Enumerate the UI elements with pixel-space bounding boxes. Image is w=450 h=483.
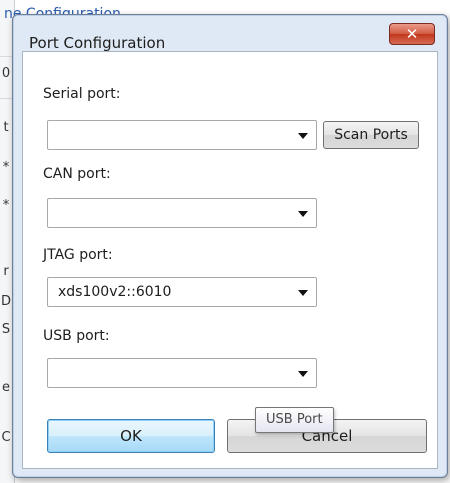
background-text: t (3, 120, 9, 135)
background-text: D (0, 294, 11, 309)
close-icon: ✕ (405, 25, 419, 43)
usb-port-tooltip: USB Port (255, 407, 334, 433)
background-text: e (2, 380, 10, 395)
port-configuration-dialog: Port Configuration ✕ Serial port: Scan P… (12, 14, 448, 478)
dialog-titlebar[interactable]: Port Configuration ✕ (13, 15, 447, 52)
background-text: 0 (1, 66, 11, 81)
can-port-label: CAN port: (43, 166, 111, 182)
usb-port-label: USB port: (43, 328, 110, 344)
background-text: S (1, 322, 11, 337)
serial-port-select[interactable] (47, 120, 317, 150)
jtag-port-value: xds100v2::6010 (58, 284, 172, 300)
background-text: * (2, 198, 10, 213)
background-text: * (2, 160, 10, 175)
ok-button[interactable]: OK (47, 419, 215, 453)
chevron-down-icon (298, 211, 308, 217)
chevron-down-icon (298, 133, 308, 139)
can-port-select[interactable] (47, 198, 317, 228)
jtag-port-label: JTAG port: (43, 247, 113, 263)
scan-ports-button[interactable]: Scan Ports (323, 121, 419, 149)
jtag-port-select[interactable]: xds100v2::6010 (47, 277, 317, 307)
usb-port-select[interactable] (47, 358, 317, 388)
dialog-body: Serial port: Scan Ports CAN port: JTAG p… (22, 51, 438, 469)
dialog-title: Port Configuration (29, 34, 166, 52)
background-text: r (3, 264, 9, 279)
background-text: C (1, 430, 11, 445)
chevron-down-icon (298, 290, 308, 296)
serial-port-label: Serial port: (43, 86, 121, 102)
close-button[interactable]: ✕ (389, 23, 435, 45)
chevron-down-icon (298, 371, 308, 377)
